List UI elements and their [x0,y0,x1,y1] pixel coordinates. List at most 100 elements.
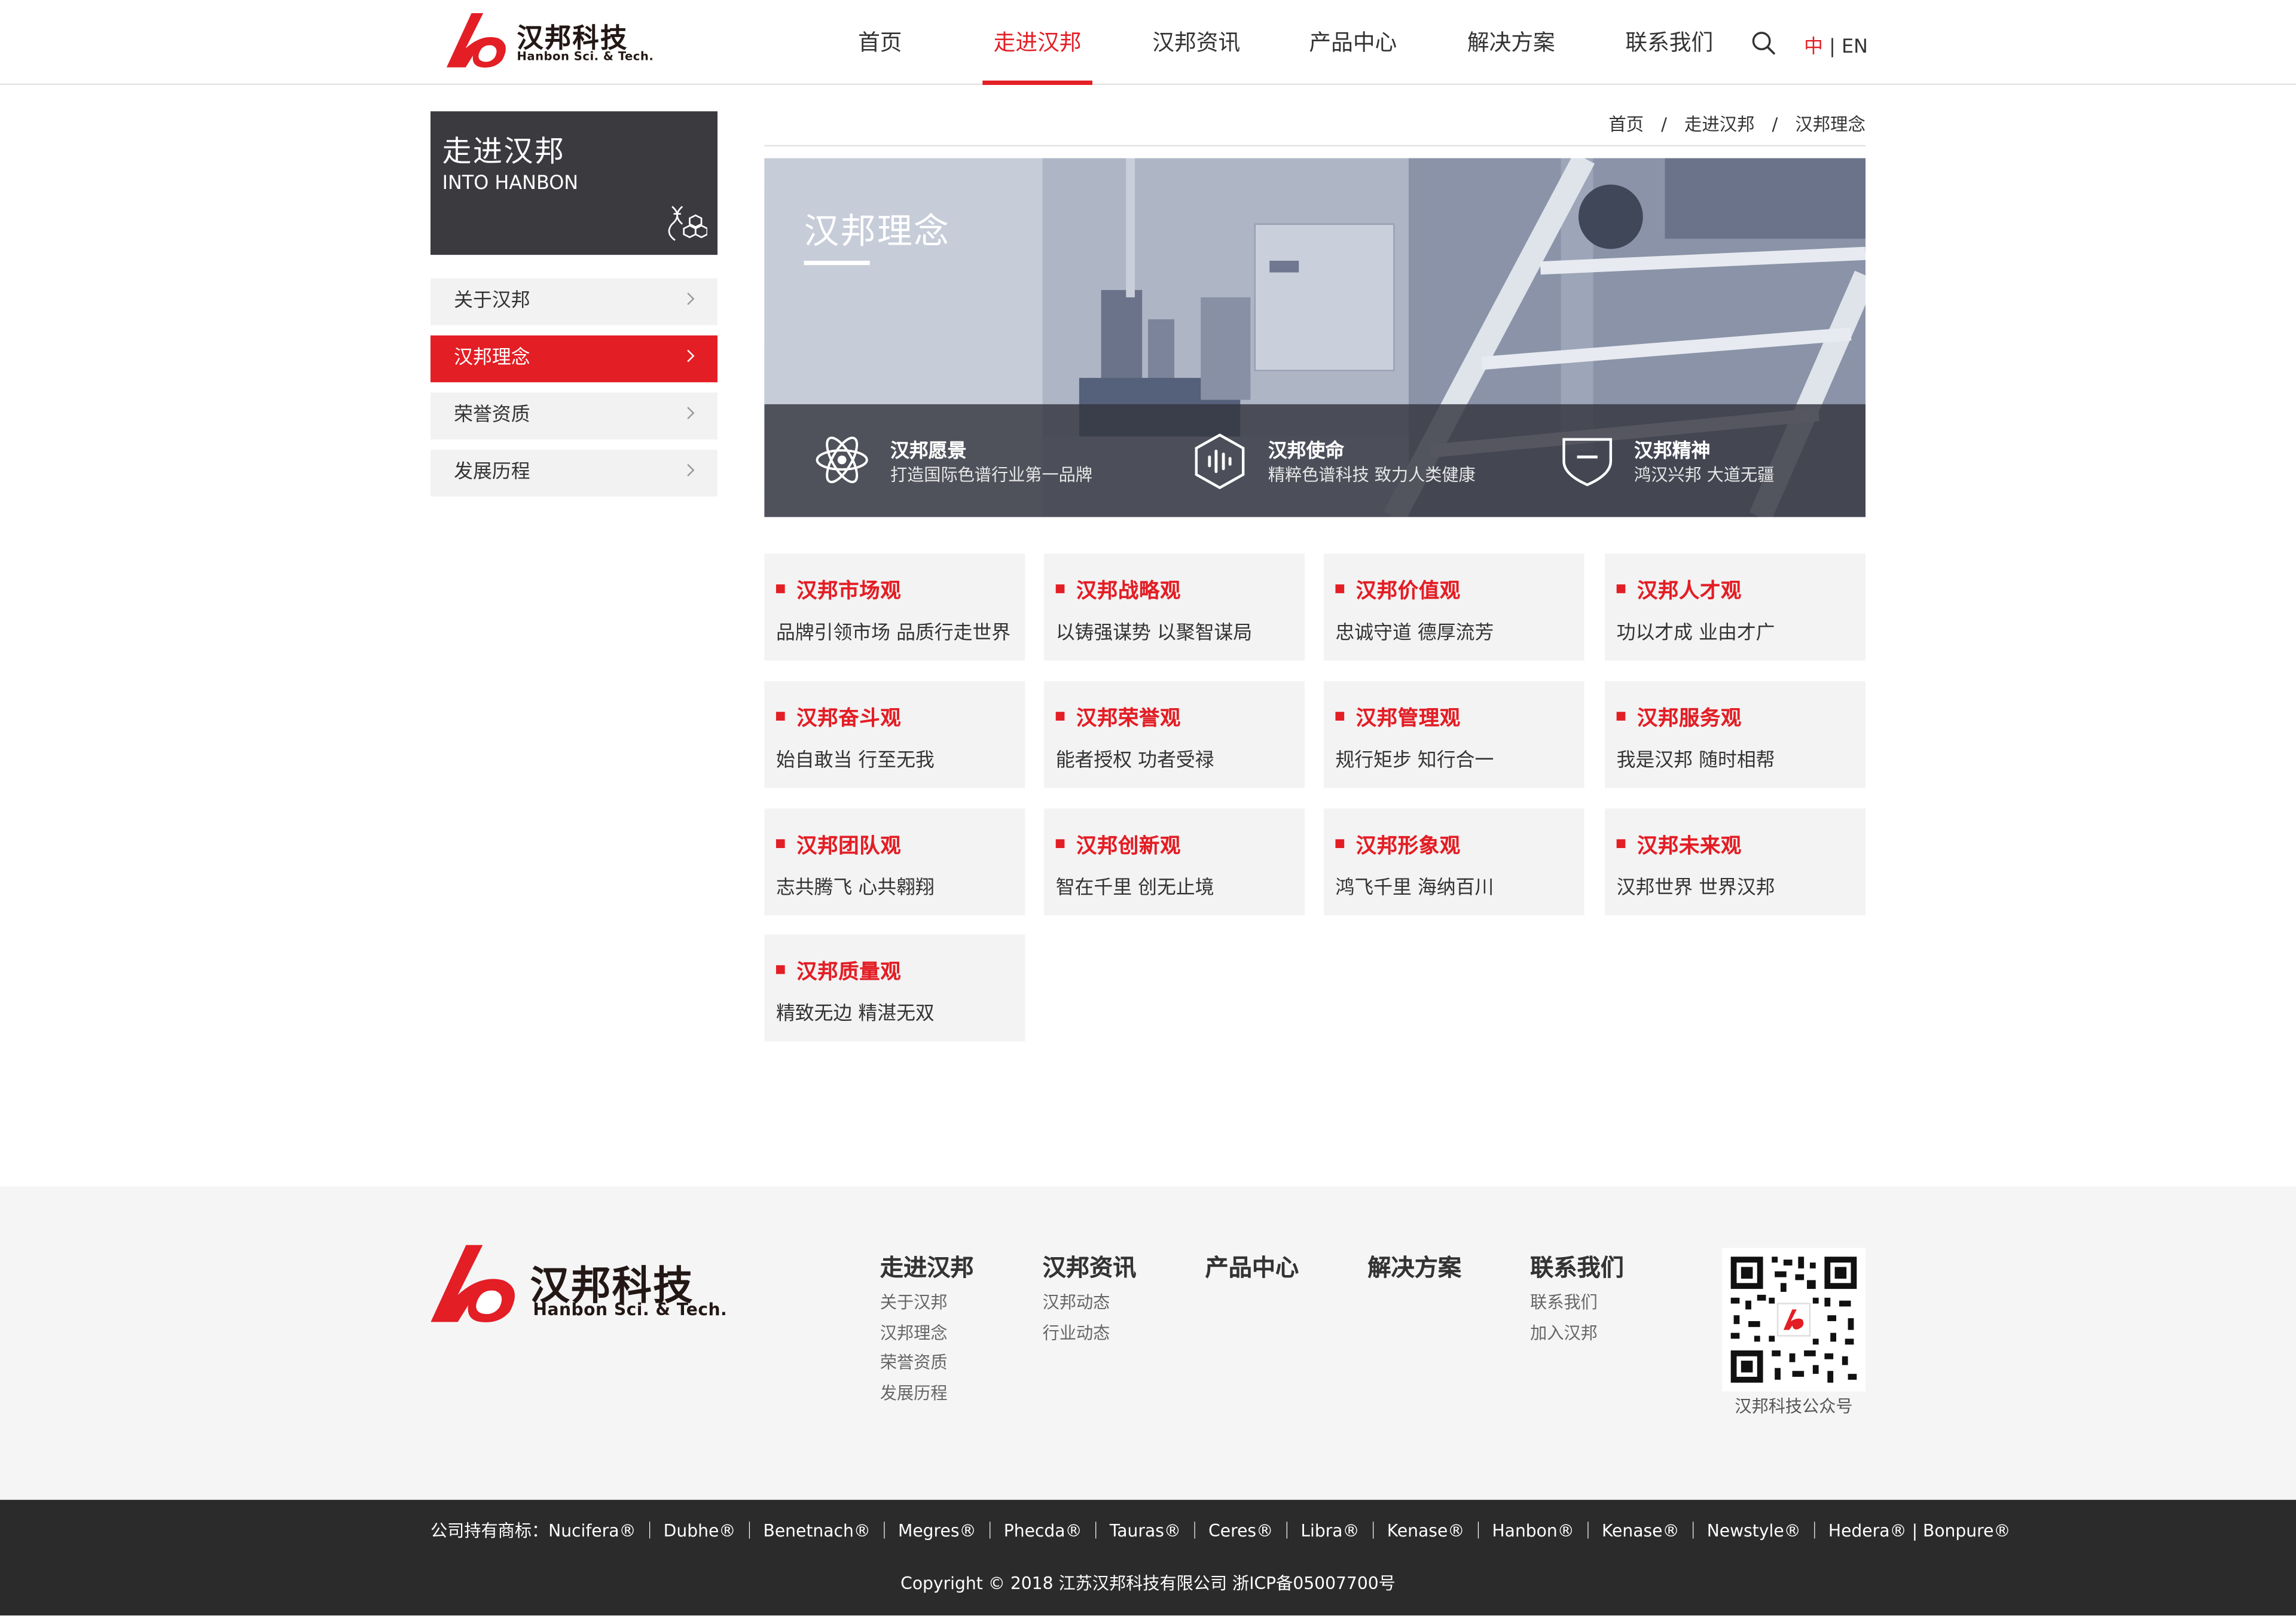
search-icon[interactable] [1751,31,1776,56]
bullet-square-icon [1335,839,1345,848]
value-card: 汉邦市场观 品牌引领市场 品质行走世界 [764,553,1025,661]
lang-separator: | [1829,36,1836,59]
value-title: 汉邦人才观 [1636,580,1742,603]
value-card: 汉邦团队观 志共腾飞 心共翱翔 [764,808,1025,916]
value-card: 汉邦战略观 以铸强谋势 以聚智谋局 [1044,553,1305,661]
atom-icon [816,437,868,483]
value-title: 汉邦奋斗观 [796,707,902,731]
nav-label: 联系我们 [1625,29,1714,56]
bullet-square-icon [1055,584,1065,593]
site-footer: 汉邦科技 Hanbon Sci. & Tech. 走进汉邦 关于汉邦 汉邦理念 … [0,1186,2296,1500]
nav-products[interactable]: 产品中心 [1297,0,1409,84]
bullet-square-icon [1616,584,1626,593]
value-text: 鸿飞千里 海纳百川 [1335,877,1494,900]
sidebar-item-label: 发展历程 [454,461,530,484]
bullet-square-icon [1616,712,1626,721]
lang-zh[interactable]: 中 [1804,36,1823,59]
pillar-text: 精粹色谱科技 致力人类健康 [1268,464,1476,485]
footer-link[interactable]: 关于汉邦 [880,1291,948,1314]
value-card: 汉邦价值观 忠诚守道 德厚流芳 [1323,553,1584,661]
breadcrumb-divider [764,145,1866,147]
footer-link[interactable]: 荣誉资质 [880,1350,948,1374]
sidebar-subtitle: INTO HANBON [442,172,579,195]
nav-solutions[interactable]: 解决方案 [1455,0,1567,84]
value-card: 汉邦创新观 智在千里 创无止境 [1044,808,1305,916]
molecule-icon [668,206,707,241]
footer-link[interactable]: 加入汉邦 [1530,1321,1598,1344]
lang-en[interactable]: EN [1842,36,1868,59]
banner-title-underline [804,260,870,266]
sidebar-item-history[interactable]: 发展历程 [430,449,718,497]
philosophy-banner: 汉邦理念 汉邦愿景 打造国际色谱行业第一品牌 汉邦使命 精粹色谱科技 致力人类健… [764,158,1866,517]
value-text: 志共腾飞 心共翱翔 [775,877,935,900]
nav-label: 产品中心 [1309,29,1397,56]
value-text: 智在千里 创无止境 [1055,877,1214,900]
footer-link[interactable]: 发展历程 [880,1381,948,1404]
footer-link[interactable]: 联系我们 [1530,1291,1598,1314]
value-text: 忠诚守道 德厚流芳 [1335,622,1494,645]
sidebar-item-philosophy[interactable]: 汉邦理念 [430,335,718,383]
banner-pillars: 汉邦愿景 打造国际色谱行业第一品牌 汉邦使命 精粹色谱科技 致力人类健康 汉邦精… [764,404,1866,517]
logo-mark-icon [430,1245,515,1322]
value-text: 始自敢当 行至无我 [775,749,935,772]
nav-label: 走进汉邦 [993,29,1082,56]
sidebar-item-honors[interactable]: 荣誉资质 [430,392,718,440]
pillar-title: 汉邦使命 [1268,441,1345,463]
footer-link[interactable]: 汉邦动态 [1043,1291,1110,1314]
breadcrumb-current: 汉邦理念 [1795,114,1866,135]
chevron-right-icon [682,292,695,305]
pillar-text: 打造国际色谱行业第一品牌 [890,464,1092,485]
value-text: 规行矩步 知行合一 [1335,749,1494,772]
value-text: 我是汉邦 随时相帮 [1616,749,1775,772]
chevron-right-icon [682,464,695,477]
nav-news[interactable]: 汉邦资讯 [1141,0,1252,84]
bullet-square-icon [775,839,785,848]
hexagon-wave-icon [1195,433,1245,490]
value-card: 汉邦奋斗观 始自敢当 行至无我 [764,681,1025,788]
nav-contact[interactable]: 联系我们 [1614,0,1725,84]
value-card: 汉邦质量观 精致无边 精湛无双 [764,934,1025,1042]
nav-active-indicator [982,80,1092,86]
bullet-square-icon [1335,584,1345,593]
sidebar-item-about[interactable]: 关于汉邦 [430,278,718,325]
footer-col-title[interactable]: 产品中心 [1205,1248,1299,1283]
bullet-square-icon [1055,839,1065,848]
pillar-title: 汉邦愿景 [890,441,967,463]
page: 汉邦科技 Hanbon Sci. & Tech. 首页 走进汉邦 汉邦资讯 产品… [0,0,2296,1616]
value-title: 汉邦服务观 [1636,707,1742,731]
nav-about[interactable]: 走进汉邦 [982,0,1092,86]
footer-link[interactable]: 行业动态 [1043,1321,1110,1344]
nav-label: 解决方案 [1467,29,1555,56]
site-header: 汉邦科技 Hanbon Sci. & Tech. 首页 走进汉邦 汉邦资讯 产品… [0,0,2296,86]
breadcrumb-home[interactable]: 首页 [1608,114,1644,135]
breadcrumb-separator: / [1661,114,1668,135]
value-title: 汉邦战略观 [1076,580,1181,603]
value-text: 以铸强谋势 以聚智谋局 [1055,622,1253,645]
value-text: 能者授权 功者受禄 [1055,749,1214,772]
value-card: 汉邦形象观 鸿飞千里 海纳百川 [1323,808,1584,916]
value-title: 汉邦团队观 [796,834,902,859]
banner-title: 汉邦理念 [804,211,951,252]
footer-col-title: 联系我们 [1530,1254,1624,1282]
breadcrumb-about[interactable]: 走进汉邦 [1684,114,1755,135]
nav-home[interactable]: 首页 [836,0,924,84]
value-card: 汉邦人才观 功以才成 业由才广 [1605,553,1866,661]
value-title: 汉邦价值观 [1355,580,1461,603]
breadcrumb-separator: / [1772,114,1778,135]
value-title: 汉邦管理观 [1355,707,1461,731]
footer-link[interactable]: 汉邦理念 [880,1321,948,1344]
qr-code-icon [1722,1248,1866,1392]
brand-name-en: Hanbon Sci. & Tech. [517,50,654,63]
footer-col-title[interactable]: 解决方案 [1367,1248,1461,1283]
language-switcher: 中 | EN [1804,31,1868,59]
pillar-text: 鸿汉兴邦 大道无疆 [1634,464,1775,485]
value-title: 汉邦市场观 [796,580,902,603]
bullet-square-icon [1055,712,1065,721]
value-card: 汉邦服务观 我是汉邦 随时相帮 [1605,681,1866,788]
sidebar-item-label: 汉邦理念 [454,347,530,370]
copyright-text: Copyright © 2018 江苏汉邦科技有限公司 浙ICP备0500770… [900,1573,1396,1594]
trademark-list: 公司持有商标：Nucifera® ｜ Dubhe® ｜ Benetnach® ｜… [430,1520,2011,1541]
value-text: 精致无边 精湛无双 [775,1003,935,1026]
value-title: 汉邦未来观 [1636,834,1742,859]
bullet-square-icon [775,712,785,721]
